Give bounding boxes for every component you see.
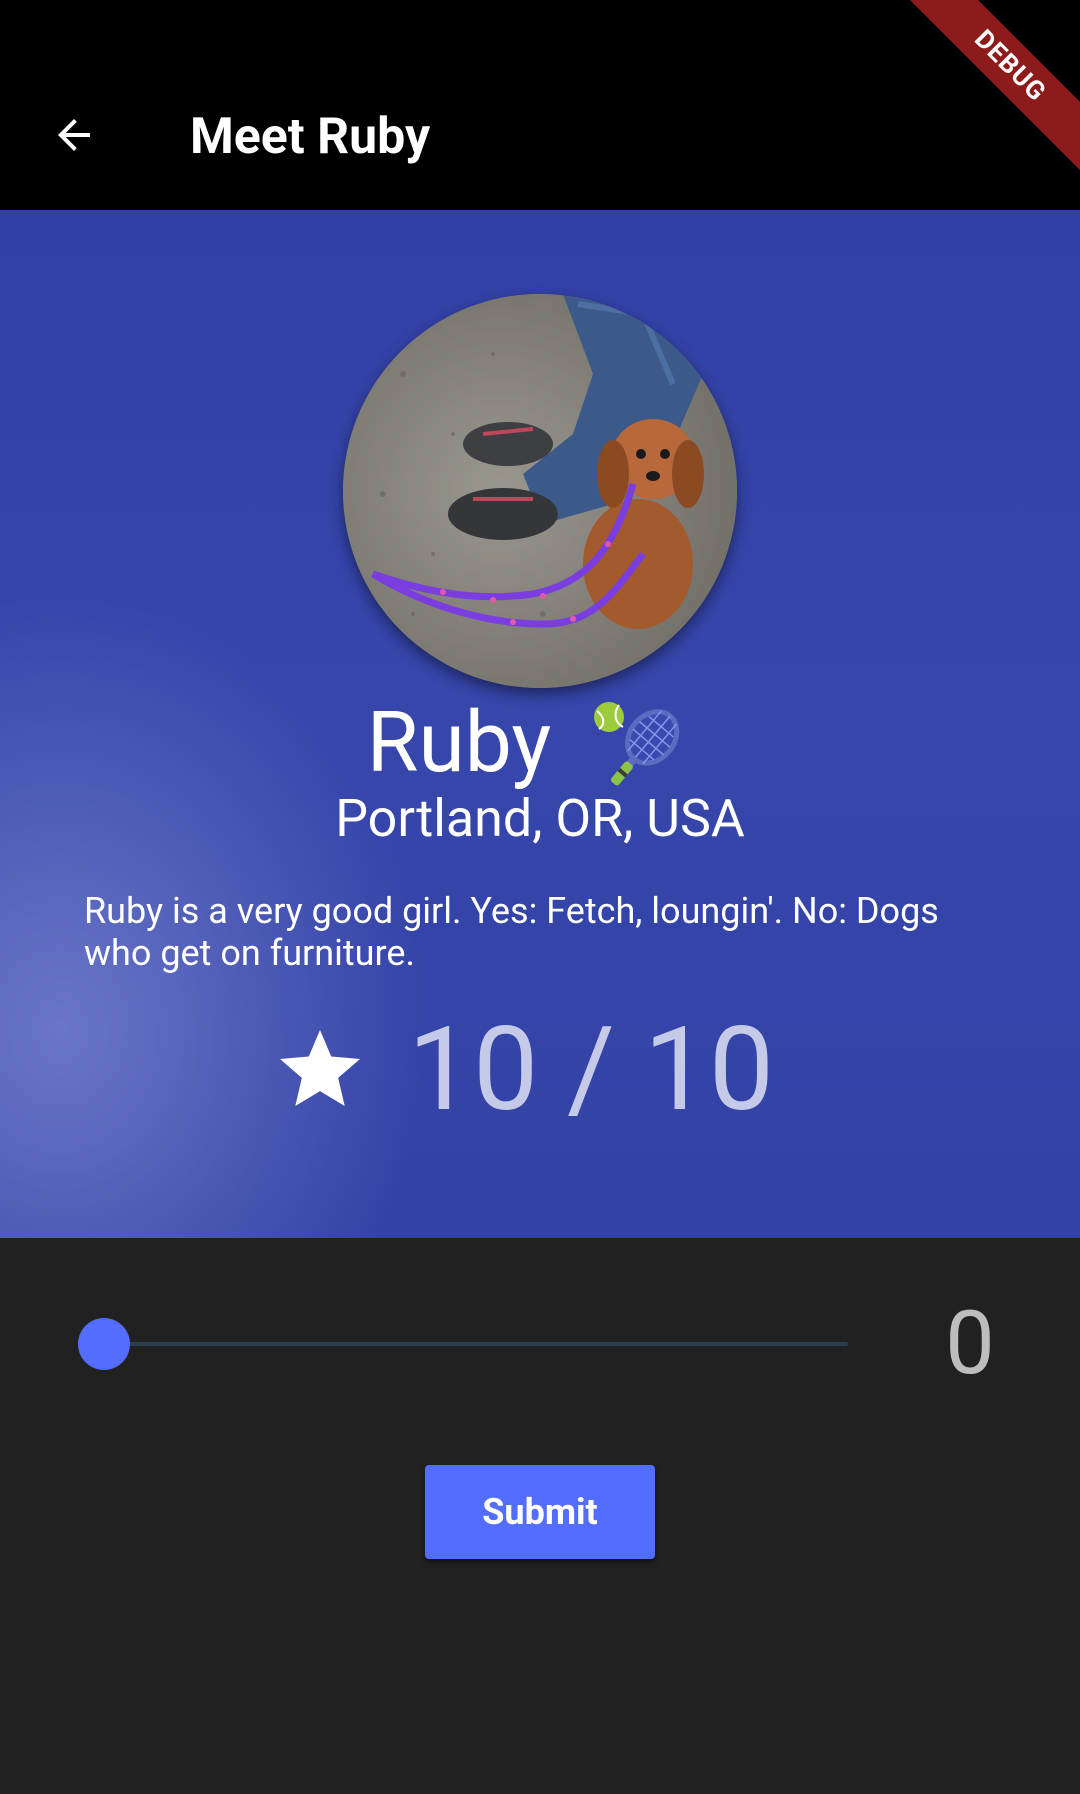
slider-value: 0 bbox=[945, 1292, 995, 1395]
back-button[interactable] bbox=[44, 105, 104, 165]
pet-location: Portland, OR, USA bbox=[335, 788, 745, 849]
slider-track[interactable] bbox=[78, 1342, 848, 1346]
screen: Meet Ruby DEBUG Ruby Portland, OR, USA R… bbox=[0, 0, 1080, 1794]
arrow-back-icon bbox=[58, 119, 90, 151]
pet-name: Ruby bbox=[366, 693, 552, 792]
app-bar: Meet Ruby bbox=[0, 0, 1080, 210]
slider-thumb[interactable] bbox=[78, 1318, 130, 1370]
rating-value: 10 / 10 bbox=[407, 1002, 775, 1138]
submit-button[interactable]: Submit bbox=[425, 1465, 655, 1559]
pet-bio: Ruby is a very good girl. Yes: Fetch, lo… bbox=[84, 890, 939, 974]
tennis-racket-icon bbox=[594, 702, 680, 786]
star-icon bbox=[279, 1030, 360, 1106]
profile-card: Ruby Portland, OR, USA Ruby is a very go… bbox=[0, 210, 1080, 1238]
dog-photo-avatar bbox=[343, 294, 737, 688]
rating-slider[interactable] bbox=[78, 1318, 848, 1370]
name-row: Ruby bbox=[0, 688, 1080, 798]
page-title: Meet Ruby bbox=[190, 108, 431, 166]
rating-display: 10 / 10 bbox=[0, 1010, 1080, 1130]
